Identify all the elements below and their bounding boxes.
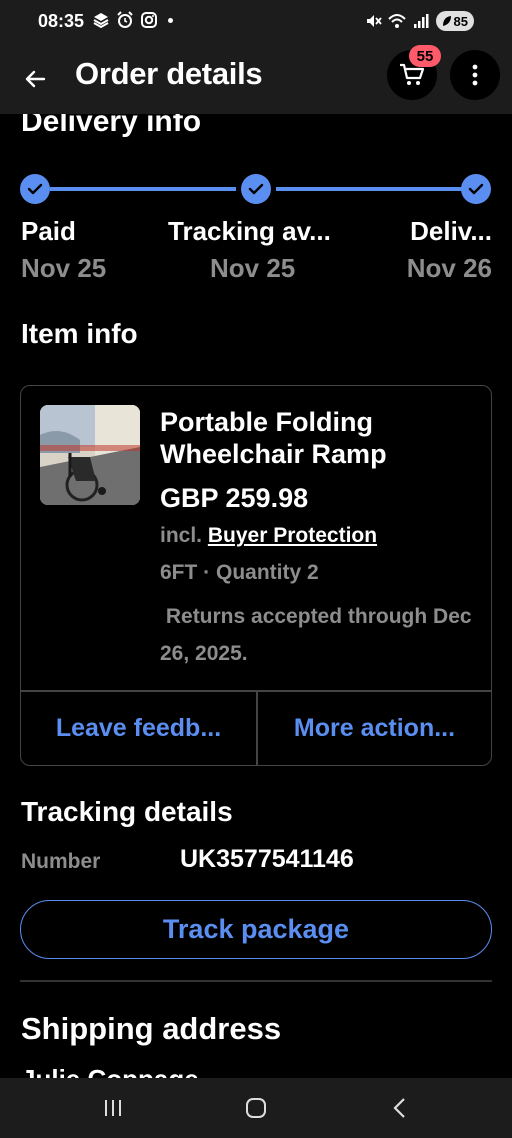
- buyer-protection-prefix: incl.: [160, 524, 203, 547]
- step-date-tracking: Nov 25: [210, 253, 296, 283]
- progress-line: [50, 187, 236, 191]
- step-date-delivered: Nov 26: [406, 253, 492, 283]
- more-actions-button[interactable]: More action...: [257, 690, 492, 766]
- item-info-title: Item info: [21, 318, 138, 349]
- tracking-number-label: Number: [21, 850, 101, 873]
- battery-leaf-icon: [442, 16, 451, 26]
- arrow-left-icon: [25, 70, 46, 88]
- item-price: GBP 259.98: [160, 483, 309, 513]
- app-bar: Order details 55: [0, 44, 512, 114]
- home-icon: [246, 1098, 266, 1118]
- buyer-protection-line: incl. Buyer Protection: [160, 524, 377, 548]
- home-button[interactable]: [236, 1090, 276, 1126]
- track-package-button[interactable]: Track package: [20, 900, 492, 959]
- step-label-paid: Paid: [21, 216, 76, 246]
- delivery-progress: [20, 174, 492, 204]
- mute-icon: [364, 12, 382, 30]
- leave-feedback-button[interactable]: Leave feedb...: [21, 690, 256, 766]
- delivery-info-title: Delivery info: [21, 114, 202, 138]
- battery-indicator: 85: [435, 11, 474, 31]
- status-bar: 08:35 85: [0, 0, 512, 44]
- section-divider: [20, 980, 492, 982]
- cart-count-badge: 55: [409, 45, 441, 67]
- step-label-delivered: Deliv...: [410, 216, 492, 246]
- wifi-icon: [387, 12, 406, 30]
- tracking-number-value: UK3577541146: [180, 845, 354, 873]
- back-button[interactable]: [18, 62, 52, 96]
- status-time: 08:35: [38, 11, 85, 31]
- item-returns: Returns accepted through Dec 26, 2025.: [160, 605, 478, 665]
- recent-apps-button[interactable]: [93, 1090, 133, 1126]
- item-title[interactable]: Portable Folding Wheelchair Ramp: [160, 406, 460, 470]
- check-icon: [461, 174, 491, 204]
- stack-notification-icon: [92, 11, 110, 29]
- order-details-content[interactable]: Delivery info Paid Nov 25 Tracking av...…: [0, 114, 512, 1078]
- system-nav-bar: [0, 1078, 512, 1138]
- overflow-menu-button[interactable]: [450, 50, 500, 100]
- tracking-details-title: Tracking details: [21, 796, 233, 827]
- step-date-paid: Nov 25: [21, 253, 107, 283]
- system-back-button[interactable]: [380, 1090, 420, 1126]
- check-icon: [241, 174, 271, 204]
- recents-icon: [105, 1100, 121, 1116]
- item-image[interactable]: [40, 405, 140, 505]
- instagram-icon: [140, 11, 158, 29]
- status-notification-icons: [92, 11, 173, 29]
- status-system-icons: 85: [364, 11, 474, 31]
- step-label-tracking: Tracking av...: [168, 216, 331, 246]
- check-icon: [20, 174, 50, 204]
- page-title: Order details: [75, 56, 263, 91]
- shipping-address-title: Shipping address: [21, 1011, 282, 1046]
- alarm-icon: [116, 11, 134, 29]
- chevron-left-icon: [393, 1098, 405, 1118]
- item-variant: 6FT · Quantity 2: [160, 561, 319, 584]
- shipping-recipient-name: Julie Coppage: [21, 1064, 199, 1078]
- signal-icon: [412, 12, 430, 30]
- more-vertical-icon: [472, 64, 478, 86]
- buyer-protection-link[interactable]: Buyer Protection: [208, 524, 377, 547]
- battery-level: 85: [453, 13, 468, 29]
- more-notifications-dot-icon: [168, 17, 173, 23]
- item-card: Portable Folding Wheelchair Ramp GBP 259…: [20, 385, 492, 766]
- progress-line: [276, 187, 462, 191]
